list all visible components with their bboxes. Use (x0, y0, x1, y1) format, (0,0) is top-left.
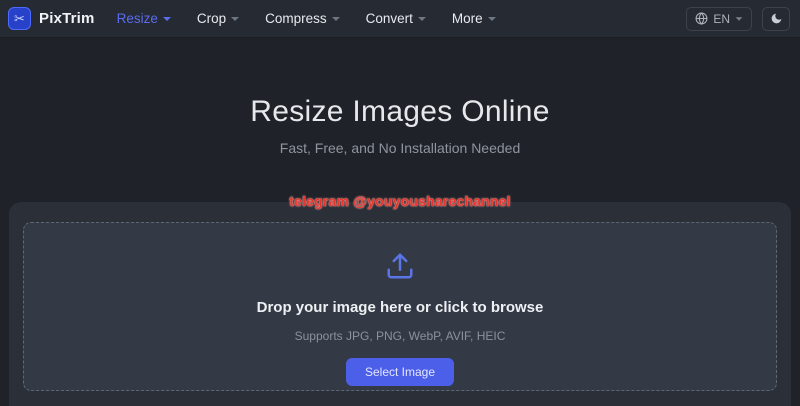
navbar-right: EN (686, 7, 790, 31)
moon-icon (770, 12, 783, 25)
image-dropzone[interactable]: Drop your image here or click to browse … (23, 222, 777, 391)
supported-formats: Supports JPG, PNG, WebP, AVIF, HEIC (24, 329, 776, 343)
chevron-down-icon (332, 17, 340, 21)
chevron-down-icon (231, 17, 239, 21)
chevron-down-icon (736, 17, 743, 20)
scissors-icon: ✂ (8, 7, 31, 30)
chevron-down-icon (488, 17, 496, 21)
select-image-button[interactable]: Select Image (346, 358, 454, 386)
uploader-card: Drop your image here or click to browse … (9, 202, 791, 406)
page-title: Resize Images Online (0, 38, 800, 129)
language-label: EN (713, 12, 730, 26)
nav-item-more[interactable]: More (452, 11, 496, 26)
dropzone-headline: Drop your image here or click to browse (24, 299, 776, 316)
nav-item-label: Convert (366, 11, 413, 26)
nav-item-label: Resize (117, 11, 158, 26)
brand-name: PixTrim (39, 10, 95, 27)
page-subtitle: Fast, Free, and No Installation Needed (0, 140, 800, 156)
nav-item-convert[interactable]: Convert (366, 11, 426, 26)
nav-item-label: More (452, 11, 483, 26)
brand-logo[interactable]: ✂ PixTrim (8, 7, 95, 30)
globe-icon (695, 12, 708, 25)
nav-item-label: Crop (197, 11, 226, 26)
chevron-down-icon (418, 17, 426, 21)
nav-item-label: Compress (265, 11, 327, 26)
watermark-text: telegram @youyousharechannel (0, 193, 800, 209)
theme-toggle-button[interactable] (762, 7, 790, 31)
upload-icon (385, 251, 415, 281)
nav-item-compress[interactable]: Compress (265, 11, 340, 26)
hero-section: Resize Images Online Fast, Free, and No … (0, 38, 800, 209)
navbar: ✂ PixTrim Resize Crop Compress Convert M… (0, 0, 800, 38)
nav-item-resize[interactable]: Resize (117, 11, 171, 26)
nav-item-crop[interactable]: Crop (197, 11, 239, 26)
nav-menu: Resize Crop Compress Convert More (117, 11, 496, 26)
language-selector[interactable]: EN (686, 7, 752, 31)
chevron-down-icon (163, 17, 171, 21)
